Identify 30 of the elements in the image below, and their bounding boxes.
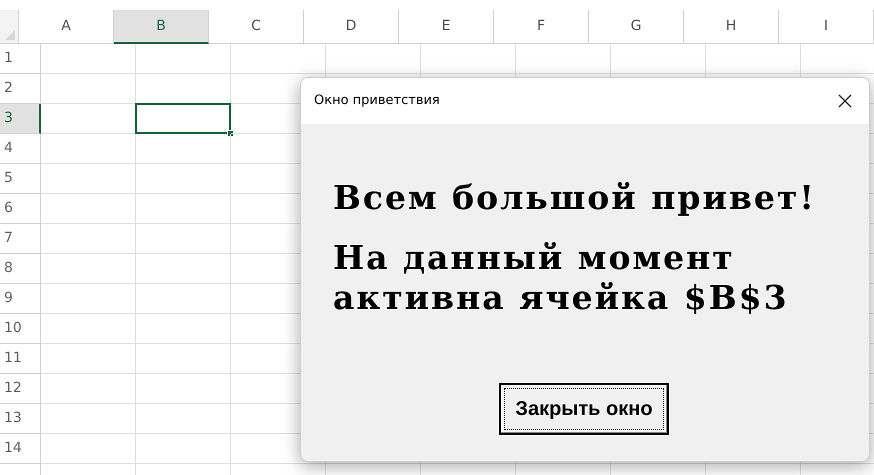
close-icon bbox=[838, 94, 852, 108]
message-text: На данный момент активна ячейка $B$3 bbox=[333, 238, 790, 318]
column-header[interactable]: E bbox=[399, 10, 494, 44]
row-header[interactable]: 12 bbox=[0, 374, 41, 404]
row-header[interactable]: 14 bbox=[0, 434, 41, 464]
column-header[interactable]: I bbox=[779, 10, 874, 44]
row-header[interactable]: 7 bbox=[0, 224, 41, 254]
column-header[interactable]: B bbox=[114, 10, 209, 44]
column-header[interactable]: F bbox=[494, 10, 589, 44]
row-header[interactable]: 4 bbox=[0, 134, 41, 164]
row-header[interactable]: 2 bbox=[0, 74, 41, 104]
row-header[interactable]: 9 bbox=[0, 284, 41, 314]
column-header[interactable]: G bbox=[589, 10, 684, 44]
message-text: Всем большой привет! bbox=[333, 178, 817, 218]
column-header[interactable]: C bbox=[209, 10, 304, 44]
row-header[interactable]: 1 bbox=[0, 44, 41, 74]
row-header[interactable]: 5 bbox=[0, 164, 41, 194]
row-header[interactable]: 13 bbox=[0, 404, 41, 434]
row-header[interactable]: 3 bbox=[0, 104, 41, 134]
row-header[interactable]: 11 bbox=[0, 344, 41, 374]
close-window-button[interactable]: Закрыть окно bbox=[499, 383, 669, 435]
corner-triangle-icon bbox=[5, 30, 15, 40]
row-header[interactable]: 6 bbox=[0, 194, 41, 224]
row-header[interactable]: 8 bbox=[0, 254, 41, 284]
dialog-title: Окно приветствия bbox=[314, 92, 440, 110]
select-all-corner[interactable] bbox=[0, 10, 19, 44]
column-header[interactable]: D bbox=[304, 10, 399, 44]
column-header[interactable]: H bbox=[684, 10, 779, 44]
row-header[interactable]: 10 bbox=[0, 314, 41, 344]
column-header[interactable]: A bbox=[19, 10, 114, 44]
